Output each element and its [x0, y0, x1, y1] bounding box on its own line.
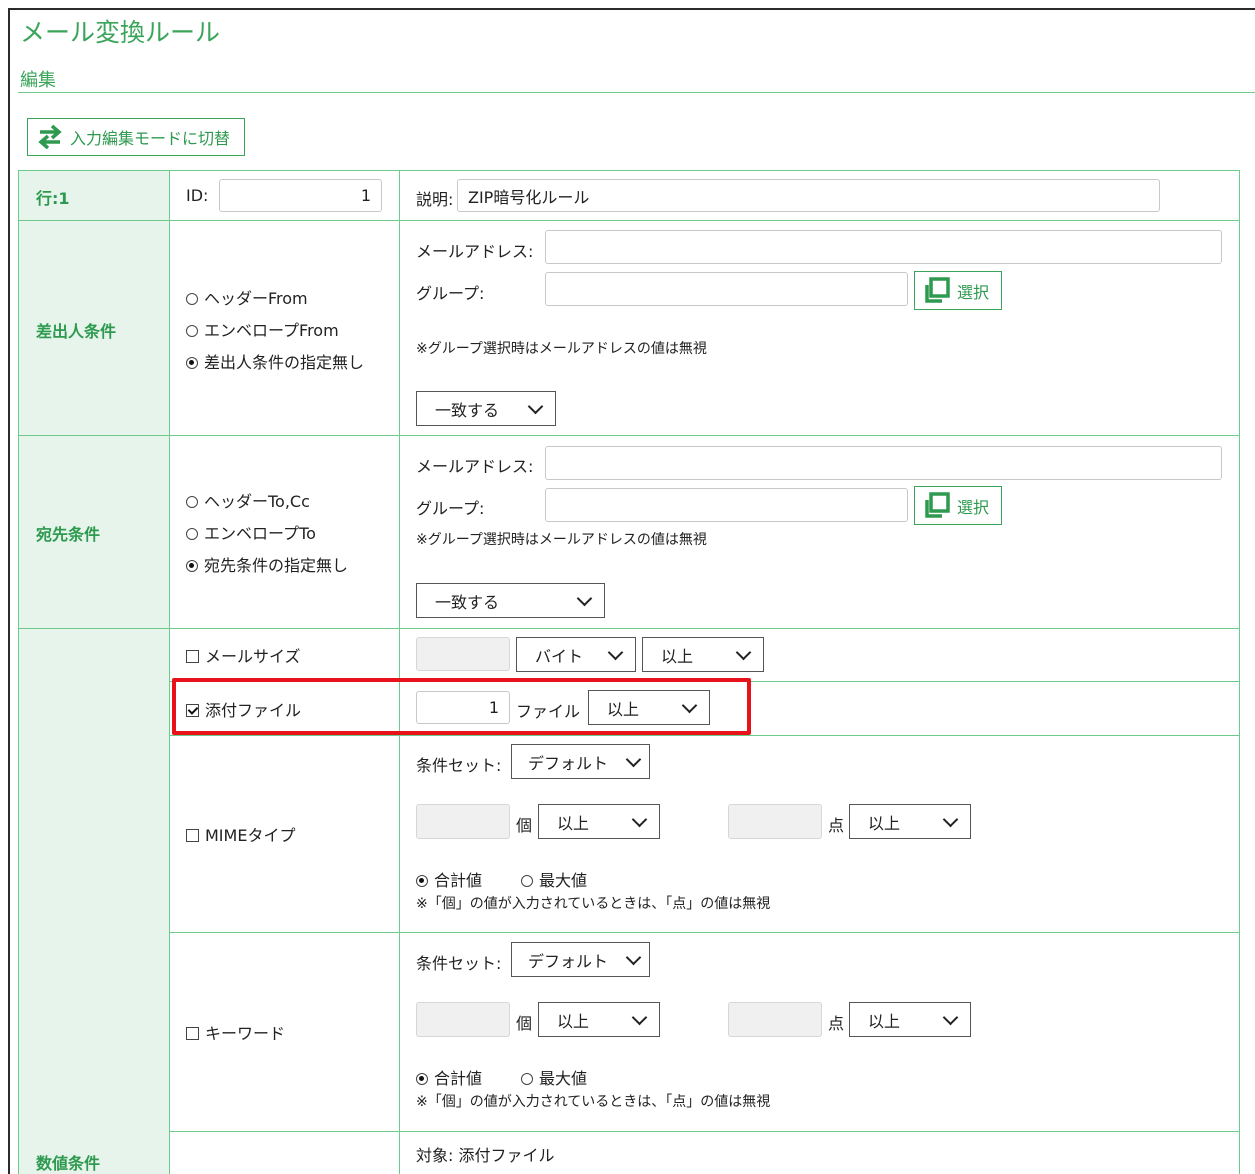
recipient-option-envelope-to[interactable]: エンベロープTo	[186, 520, 316, 544]
sender-group-select-button[interactable]: 選択	[914, 271, 1002, 310]
keyword-count-input[interactable]	[416, 1002, 510, 1037]
recipient-group-note: ※グループ選択時はメールアドレスの値は無視	[416, 532, 707, 548]
mime-type-checkbox[interactable]: MIMEタイプ	[186, 822, 295, 846]
sender-condition-label: 差出人条件	[36, 322, 117, 341]
chevron-down-icon	[631, 1009, 648, 1025]
copy-icon	[925, 276, 950, 303]
sender-option-none[interactable]: 差出人条件の指定無し	[186, 349, 364, 373]
row-number-label: 行:1	[36, 189, 70, 208]
switch-input-mode-label: 入力編集モードに切替	[70, 129, 231, 148]
mail-size-unit-select[interactable]: バイト	[516, 637, 636, 672]
numeric-condition-label: 数値条件	[36, 1154, 101, 1173]
row-divider	[19, 220, 1240, 221]
chevron-down-icon	[576, 590, 593, 606]
chevron-down-icon	[942, 1009, 959, 1025]
sender-group-note: ※グループ選択時はメールアドレスの値は無視	[416, 341, 707, 357]
chevron-down-icon	[735, 644, 752, 660]
keyword-radio-max[interactable]: 最大値	[521, 1065, 587, 1089]
sender-option-envelope-from[interactable]: エンベロープFrom	[186, 317, 339, 341]
chevron-down-icon	[942, 811, 959, 827]
radio-selected-icon	[416, 1072, 428, 1085]
description-label: 説明:	[416, 190, 454, 209]
radio-icon	[186, 324, 198, 337]
recipient-group-input[interactable]	[545, 488, 908, 522]
sender-group-label: グループ:	[416, 284, 485, 303]
radio-icon	[186, 495, 198, 508]
recipient-option-header-to[interactable]: ヘッダーTo,Cc	[186, 488, 310, 512]
row-divider	[169, 932, 1240, 933]
mail-size-input[interactable]	[416, 637, 510, 671]
page-subtitle: 編集	[20, 70, 56, 91]
mime-note: ※「個」の値が入力されているときは、「点」の値は無視	[416, 896, 771, 912]
page-title: メール変換ルール	[20, 18, 221, 47]
mime-point-compare-select[interactable]: 以上	[849, 804, 971, 839]
row-divider	[169, 1131, 1240, 1132]
keyword-condition-set-select[interactable]: デフォルト	[511, 942, 650, 977]
keyword-count-compare-select[interactable]: 以上	[538, 1002, 660, 1037]
target-label: 対象: 添付ファイル	[416, 1146, 555, 1165]
sender-mail-input[interactable]	[545, 230, 1222, 264]
attachment-highlight-box	[172, 678, 751, 735]
row-divider	[19, 435, 1240, 436]
radio-icon	[186, 292, 198, 305]
chevron-down-icon	[625, 751, 642, 767]
mime-count-compare-select[interactable]: 以上	[538, 804, 660, 839]
radio-selected-icon	[186, 356, 198, 369]
col-divider-2	[399, 171, 400, 1174]
id-label: ID:	[186, 186, 209, 205]
mime-point-unit: 点	[828, 816, 845, 835]
mail-size-checkbox[interactable]: メールサイズ	[186, 643, 301, 667]
keyword-note: ※「個」の値が入力されているときは、「点」の値は無視	[416, 1094, 771, 1110]
col-divider-1	[169, 171, 170, 1174]
chevron-down-icon	[527, 398, 544, 414]
recipient-option-none[interactable]: 宛先条件の指定無し	[186, 552, 348, 576]
recipient-group-label: グループ:	[416, 499, 485, 518]
keyword-point-compare-select[interactable]: 以上	[849, 1002, 971, 1037]
keyword-count-unit: 個	[516, 1014, 533, 1033]
checkbox-icon	[186, 829, 199, 842]
sender-option-header-from[interactable]: ヘッダーFrom	[186, 285, 308, 309]
row-divider	[19, 628, 1240, 629]
keyword-radio-total[interactable]: 合計値	[416, 1065, 482, 1089]
checkbox-icon	[186, 650, 199, 663]
chevron-down-icon	[631, 811, 648, 827]
mime-radio-max[interactable]: 最大値	[521, 867, 587, 891]
keyword-point-input[interactable]	[728, 1002, 822, 1037]
keyword-point-unit: 点	[828, 1014, 845, 1033]
radio-icon	[521, 1072, 533, 1085]
chevron-down-icon	[625, 949, 642, 965]
radio-selected-icon	[186, 559, 198, 572]
switch-input-mode-button[interactable]: 入力編集モードに切替	[27, 118, 245, 156]
sender-mail-label: メールアドレス:	[416, 242, 534, 261]
recipient-group-select-button[interactable]: 選択	[914, 486, 1002, 525]
title-divider	[18, 92, 1255, 93]
sender-group-input[interactable]	[545, 272, 908, 306]
mime-count-input[interactable]	[416, 804, 510, 839]
radio-icon	[521, 874, 533, 887]
mime-count-unit: 個	[516, 816, 533, 835]
mime-point-input[interactable]	[728, 804, 822, 839]
keyword-condition-set-label: 条件セット:	[416, 954, 502, 973]
mime-condition-set-select[interactable]: デフォルト	[511, 744, 650, 779]
copy-icon	[925, 491, 950, 518]
chevron-down-icon	[607, 644, 624, 660]
description-input[interactable]: ZIP暗号化ルール	[457, 179, 1160, 212]
sender-match-select[interactable]: 一致する	[416, 391, 556, 426]
mail-size-compare-select[interactable]: 以上	[642, 637, 764, 672]
id-input[interactable]: 1	[219, 179, 382, 212]
radio-icon	[186, 527, 198, 540]
mime-condition-set-label: 条件セット:	[416, 756, 502, 775]
recipient-mail-label: メールアドレス:	[416, 457, 534, 476]
checkbox-icon	[186, 1027, 199, 1040]
mime-radio-total[interactable]: 合計値	[416, 867, 482, 891]
swap-arrows-icon	[38, 124, 62, 150]
recipient-match-select[interactable]: 一致する	[416, 583, 605, 618]
recipient-condition-label: 宛先条件	[36, 525, 101, 544]
keyword-checkbox[interactable]: キーワード	[186, 1020, 285, 1044]
recipient-mail-input[interactable]	[545, 446, 1222, 480]
row-divider	[169, 735, 1240, 736]
radio-selected-icon	[416, 874, 428, 887]
